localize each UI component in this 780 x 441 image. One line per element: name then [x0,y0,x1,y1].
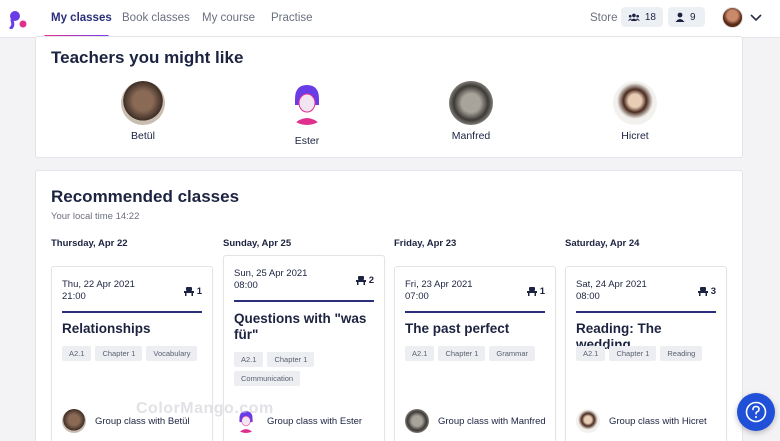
day-heading: Saturday, Apr 24 [565,238,640,249]
card-divider [234,300,374,302]
tag: A2.1 [576,346,606,361]
seat-icon [526,287,537,296]
class-card-past-perfect[interactable]: Fri, 23 Apr 2021 07:00 1 The past perfec… [394,266,556,441]
help-icon [745,401,767,423]
teachers-heading: Teachers you might like [51,48,244,67]
tag: Reading [660,346,703,361]
tag: Communication [234,371,301,386]
tag: Vocabulary [146,346,198,361]
class-time: 21:00 [62,291,86,302]
group-icon [628,13,640,21]
top-nav: My classes Book classes My course Practi… [0,0,780,38]
seats-indicator: 2 [355,275,374,286]
teacher-avatar [62,409,86,433]
teacher-betul[interactable]: Betül [98,81,188,142]
teacher-line-text: Group class with Hicret [609,415,707,427]
teacher-avatar [121,81,165,125]
class-title: Questions with "was für" [234,311,367,342]
seats-count: 2 [368,275,374,286]
tag: Grammar [489,346,536,361]
seat-icon [697,287,708,296]
recommended-heading: Recommended classes [51,187,240,206]
card-divider [576,311,716,313]
private-credits-button[interactable]: 9 [668,7,705,27]
teacher-avatar [285,81,329,125]
tag-list: A2.1 Chapter 1 Reading [576,346,720,361]
tag: Chapter 1 [95,346,143,361]
seats-indicator: 1 [183,286,202,297]
seat-icon [355,276,366,285]
day-heading: Sunday, Apr 25 [223,238,292,249]
teacher-manfred[interactable]: Manfred [426,81,516,142]
teacher-avatar [449,81,493,125]
tag-list: A2.1 Chapter 1 Grammar [405,346,549,361]
seats-count: 1 [196,286,202,297]
tag-list: A2.1 Chapter 1 Vocabulary [62,346,206,361]
teacher-line-text: Group class with Ester [267,415,363,427]
watermark: ColorMango.com [136,400,274,417]
card-divider [62,311,202,313]
day-heading: Thursday, Apr 22 [51,238,128,249]
teacher-avatar [613,81,657,125]
class-time: 08:00 [576,291,600,302]
teacher-hicret[interactable]: Hicret [590,81,680,142]
class-title: Relationships [62,321,151,336]
class-time: 08:00 [234,280,258,291]
store-link[interactable]: Store [590,12,618,24]
teacher-line: Group class with Hicret [576,409,707,433]
group-credits-button[interactable]: 18 [621,7,663,27]
teacher-avatar [576,409,600,433]
tab-my-classes[interactable]: My classes [51,12,112,24]
seats-indicator: 3 [697,286,716,297]
tag: Chapter 1 [267,352,315,367]
tab-my-course[interactable]: My course [202,12,255,24]
tag: A2.1 [234,352,264,367]
tag: A2.1 [62,346,92,361]
day-heading: Friday, Apr 23 [394,238,457,249]
seats-count: 1 [539,286,545,297]
teacher-name: Betül [131,130,155,142]
person-icon [675,12,685,22]
teachers-card: Teachers you might like Betül Ester Manf… [35,36,743,158]
tab-practise[interactable]: Practise [271,12,313,24]
class-date: Sun, 25 Apr 2021 [234,268,308,279]
tag: Chapter 1 [609,346,657,361]
teacher-name: Hicret [621,130,649,142]
class-date: Fri, 23 Apr 2021 [405,279,473,290]
tab-book-classes[interactable]: Book classes [122,12,190,24]
teacher-name: Manfred [451,130,491,142]
class-title: The past perfect [405,321,510,336]
avatar[interactable] [722,7,743,28]
chevron-down-icon[interactable] [749,10,763,24]
teacher-line: Group class with Manfred [405,409,546,433]
private-credits-count: 9 [690,11,696,23]
help-button[interactable] [737,393,775,431]
seat-icon [183,287,194,296]
teacher-line-text: Group class with Manfred [438,415,546,427]
seats-indicator: 1 [526,286,545,297]
class-card-reading-wedding[interactable]: Sat, 24 Apr 2021 08:00 3 Reading: The we… [565,266,727,441]
logo-icon[interactable] [8,9,28,29]
teacher-ester[interactable]: Ester [262,81,352,147]
class-time: 07:00 [405,291,429,302]
tag-list: A2.1 Chapter 1 Communication [234,352,344,386]
seats-count: 3 [710,286,716,297]
group-credits-count: 18 [644,11,656,23]
class-date: Thu, 22 Apr 2021 [62,279,135,290]
teacher-avatar [405,409,429,433]
card-divider [405,311,545,313]
teacher-name: Ester [294,135,320,147]
tag: A2.1 [405,346,435,361]
local-time: Your local time 14:22 [51,211,140,222]
class-date: Sat, 24 Apr 2021 [576,279,647,290]
tag: Chapter 1 [438,346,486,361]
